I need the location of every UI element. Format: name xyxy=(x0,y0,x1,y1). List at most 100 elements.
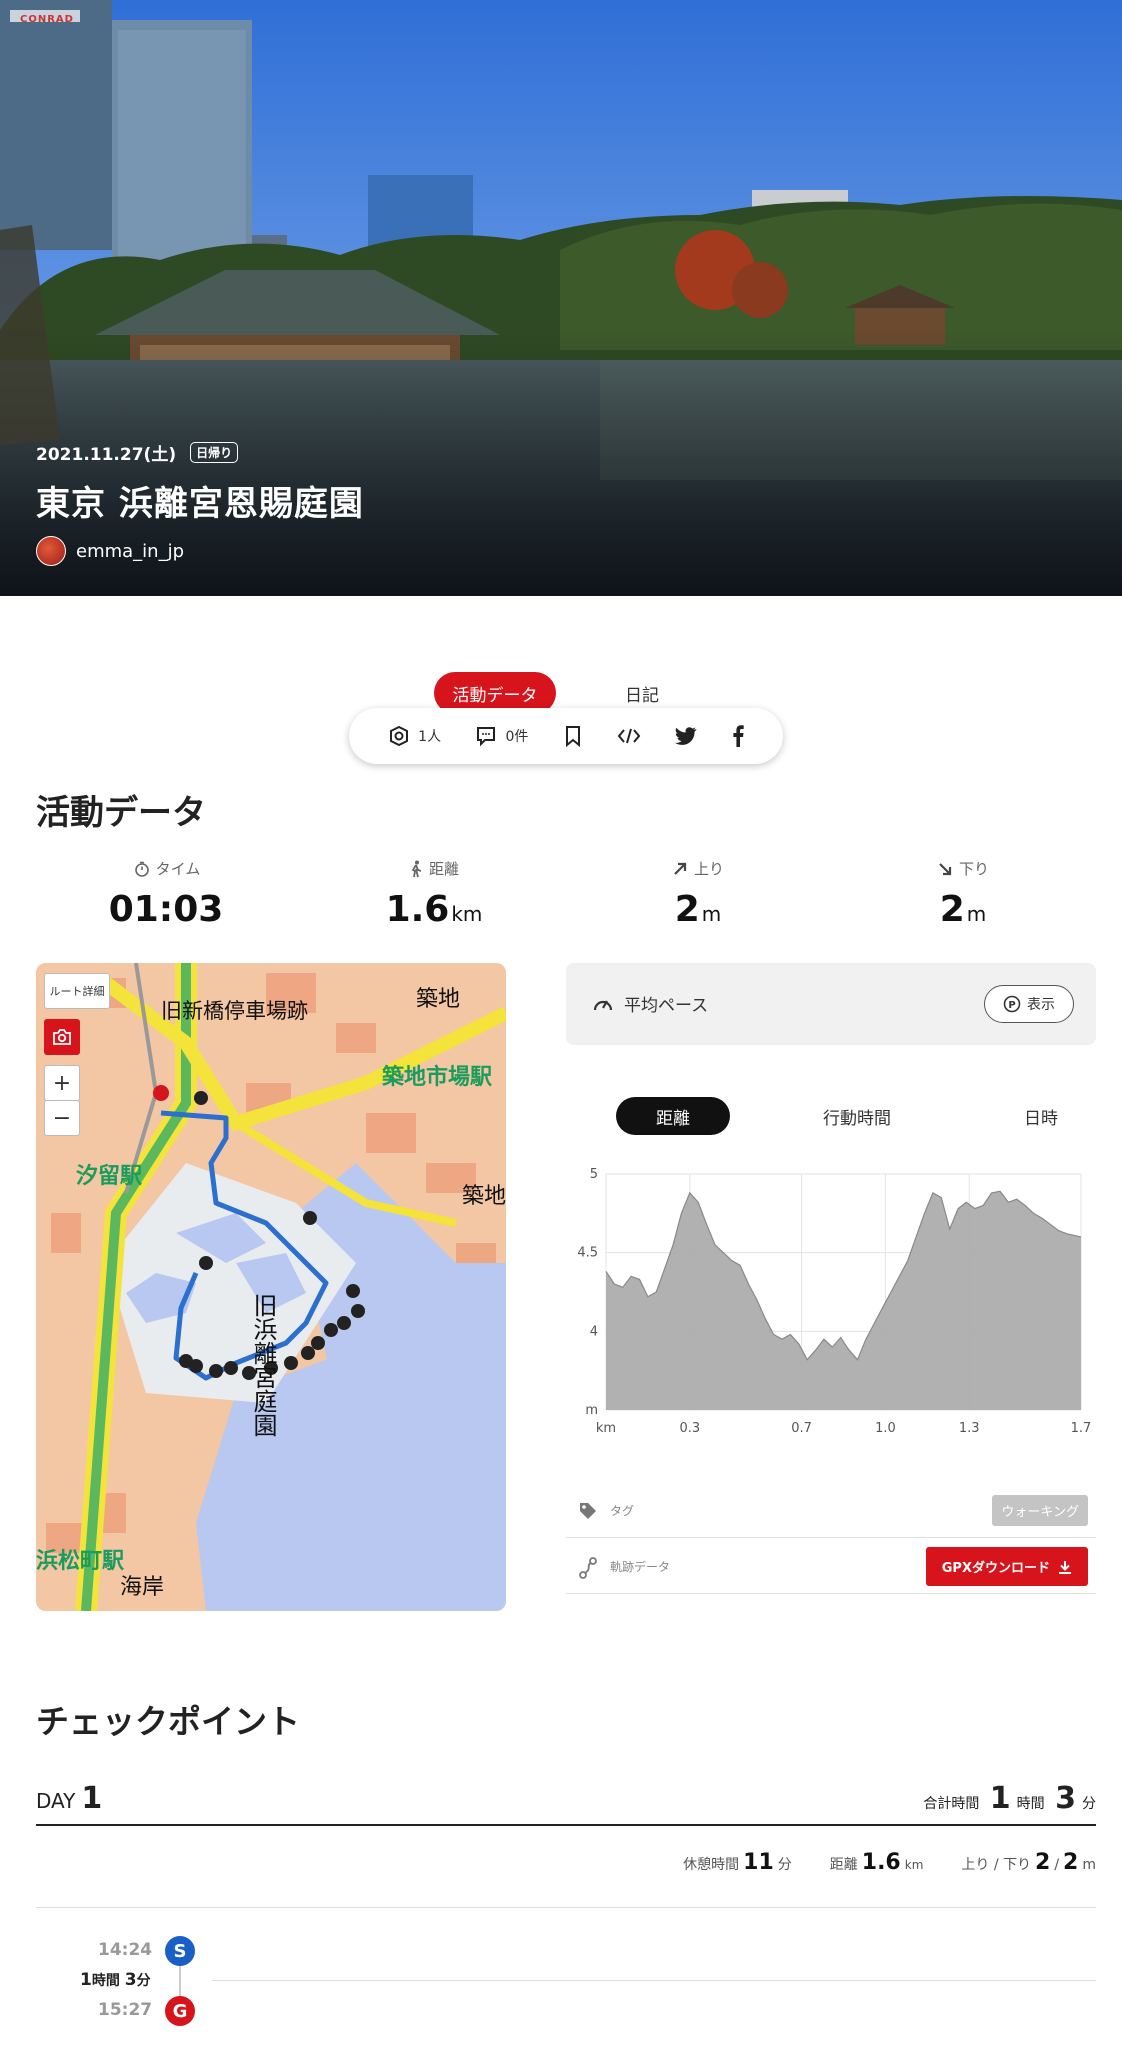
map-label-station-ruins: 旧新橋停車場跡 xyxy=(161,999,308,1023)
show-pace-button[interactable]: P 表示 xyxy=(984,985,1074,1023)
svg-text:P: P xyxy=(1008,1000,1015,1011)
download-icon xyxy=(1059,1560,1071,1574)
tab-distance[interactable]: 距離 xyxy=(616,1097,730,1135)
y-tick-label: 4 xyxy=(590,1324,598,1339)
stat-time-label: タイム xyxy=(155,860,201,878)
zoom-in-button[interactable]: + xyxy=(44,1065,80,1101)
track-data-row: 軌跡データ GPXダウンロード xyxy=(566,1540,1096,1594)
y-tick-label: 5 xyxy=(590,1167,598,1182)
day-label: DAY xyxy=(36,1789,76,1813)
stat-descent-value: 2 xyxy=(939,889,965,930)
tag-walking[interactable]: ウォーキング xyxy=(992,1495,1088,1526)
stat-time: タイム 01:03 xyxy=(47,858,287,930)
facebook-share-button[interactable] xyxy=(732,725,744,747)
tag-row: タグ ウォーキング xyxy=(566,1484,1096,1538)
track-icon xyxy=(579,1557,597,1579)
duration-hours-unit: 時間 xyxy=(91,1973,120,1989)
map-label-garden: 旧浜離宮庭園 xyxy=(249,1293,277,1437)
total-minutes-unit: 分 xyxy=(1082,1796,1096,1812)
rest-time-unit: 分 xyxy=(777,1857,792,1873)
rest-time-label: 休憩時間 xyxy=(683,1857,740,1873)
map-label-tsukiji-2: 築地 xyxy=(462,1184,506,1209)
show-pace-label: 表示 xyxy=(1027,997,1055,1013)
y-tick-label: m xyxy=(585,1403,598,1418)
activity-section-title: 活動データ xyxy=(36,793,206,833)
x-tick-label: 0.7 xyxy=(791,1421,812,1436)
comments-count: 0件 xyxy=(505,729,529,745)
ascent-arrow-icon xyxy=(674,862,687,875)
route-detail-button[interactable]: ルート詳細 xyxy=(44,973,110,1009)
total-hours: 1 xyxy=(989,1781,1011,1816)
end-time: 15:27 xyxy=(98,2000,153,2020)
stat-distance: 距離 1.6 km xyxy=(314,858,554,930)
embed-button[interactable] xyxy=(617,725,641,747)
timeline-divider xyxy=(212,1980,1096,1981)
hero-image: CONRAD 2021.11.27(土) 日帰り 東京 浜離宮恩賜庭園 emma… xyxy=(0,0,1122,596)
day-number: 1 xyxy=(81,1781,103,1816)
tab-datetime[interactable]: 日時 xyxy=(1010,1097,1072,1135)
total-minutes: 3 xyxy=(1055,1781,1076,1816)
twitter-share-button[interactable] xyxy=(675,726,697,746)
x-tick-label: km xyxy=(596,1421,616,1436)
tab-moving-time[interactable]: 行動時間 xyxy=(800,1097,914,1135)
updown-label: 上り / 下り xyxy=(961,1857,1032,1873)
start-pin-icon[interactable]: S xyxy=(165,1936,195,1966)
comments-button[interactable]: 0件 xyxy=(475,725,528,747)
speedometer-icon xyxy=(593,999,613,1010)
trip-date-row: 2021.11.27(土) 日帰り xyxy=(36,440,239,465)
stat-ascent: 上り 2m xyxy=(578,858,818,930)
map-label-kaigan: 海岸 xyxy=(120,1575,165,1600)
y-tick-label: 4.5 xyxy=(577,1246,598,1261)
zoom-out-button[interactable]: − xyxy=(44,1100,80,1136)
walker-icon xyxy=(411,860,422,877)
tag-label: タグ xyxy=(610,1504,635,1518)
photo-toggle-button[interactable] xyxy=(44,1019,80,1055)
timeline-line xyxy=(179,1966,181,1996)
comment-icon xyxy=(477,727,496,747)
checkpoints-section-title: チェックポイント xyxy=(36,1702,300,1741)
x-tick-label: 1.7 xyxy=(1071,1421,1092,1436)
bookmark-icon xyxy=(565,726,580,747)
user-link[interactable]: emma_in_jp xyxy=(36,536,184,566)
ascent-value: 2 xyxy=(1035,1850,1051,1875)
x-tick-label: 0.3 xyxy=(679,1421,700,1436)
day-summary: 休憩時間 11 分 距離 1.6 km 上り / 下り 2/2 m xyxy=(36,1848,1096,1908)
members-count: 1人 xyxy=(418,729,442,745)
stat-descent: 下り 2m xyxy=(843,858,1083,930)
username[interactable]: emma_in_jp xyxy=(76,541,184,562)
trip-type-badge: 日帰り xyxy=(190,442,239,463)
map-label-tsukiji-1: 築地 xyxy=(416,987,461,1012)
distance-value: 1.6 xyxy=(861,1850,901,1875)
stat-descent-label: 下り xyxy=(958,860,989,878)
stat-distance-value: 1.6 xyxy=(385,889,450,930)
stat-ascent-label: 上り xyxy=(693,860,724,878)
distance-unit: km xyxy=(904,1858,924,1872)
building-sign: CONRAD xyxy=(20,14,74,25)
average-pace-box: 平均ペース P 表示 xyxy=(566,963,1096,1045)
updown-unit: m xyxy=(1082,1857,1096,1873)
x-tick-label: 1.0 xyxy=(875,1421,896,1436)
stat-distance-label: 距離 xyxy=(428,860,459,878)
route-map[interactable]: 旧新橋停車場跡 築地 築地市場駅 汐留駅 築地 旧浜離宮庭園 浜松町駅 海岸 ル… xyxy=(36,963,506,1611)
gpx-download-label: GPXダウンロード xyxy=(941,1561,1050,1576)
embed-code-icon xyxy=(617,728,641,744)
facebook-icon xyxy=(733,725,744,747)
avatar[interactable] xyxy=(36,536,66,566)
action-bar: 1人 0件 xyxy=(349,708,783,764)
stat-ascent-unit: m xyxy=(701,902,722,926)
map-label-tsukiji-market-station: 築地市場駅 xyxy=(382,1065,493,1090)
bookmark-button[interactable] xyxy=(563,725,583,747)
gpx-download-button[interactable]: GPXダウンロード xyxy=(925,1547,1088,1586)
total-hours-unit: 時間 xyxy=(1016,1796,1045,1812)
page-title: 東京 浜離宮恩賜庭園 xyxy=(36,484,364,524)
stopwatch-icon xyxy=(134,861,149,877)
pace-badge-icon: P xyxy=(1003,995,1021,1013)
total-time-label: 合計時間 xyxy=(923,1796,980,1812)
descent-arrow-icon xyxy=(939,862,952,875)
trip-date: 2021.11.27(土) xyxy=(36,445,177,465)
track-data-label: 軌跡データ xyxy=(610,1560,671,1574)
x-tick-label: 1.3 xyxy=(959,1421,980,1436)
goal-pin-icon[interactable]: G xyxy=(165,1996,195,2026)
map-label-shiodome-station: 汐留駅 xyxy=(76,1164,143,1189)
members-button[interactable]: 1人 xyxy=(388,725,441,747)
